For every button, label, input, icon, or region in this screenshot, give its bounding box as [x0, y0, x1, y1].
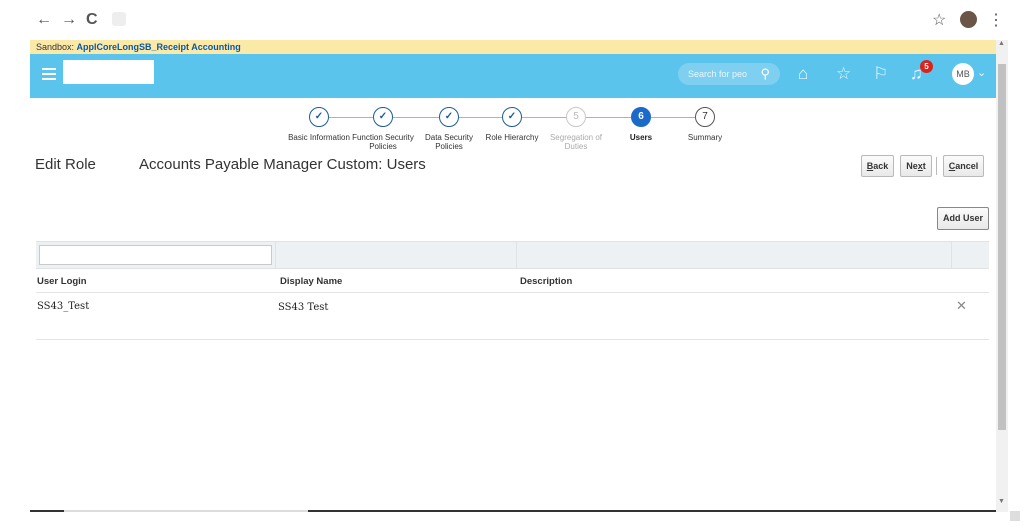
notifications-badge[interactable]: 5 [920, 60, 933, 73]
sandbox-banner: Sandbox: ApplCoreLongSB_Receipt Accounti… [30, 40, 1005, 54]
next-button[interactable]: Next [900, 155, 932, 177]
step-4-label[interactable]: Role Hierarchy [479, 133, 545, 142]
sandbox-name-link[interactable]: ApplCoreLongSB_Receipt Accounting [77, 42, 241, 52]
header-divider [36, 292, 989, 293]
step-6-label[interactable]: Users [611, 133, 671, 142]
step-1-label[interactable]: Basic Information [284, 133, 354, 142]
cell-display-name: SS43 Test [278, 302, 329, 313]
flag-icon[interactable]: ⚐ [873, 64, 888, 84]
browser-toolbar: ← → C ☆ ⋮ [0, 0, 1024, 40]
resize-corner [1010, 511, 1020, 521]
home-icon[interactable]: ⌂ [798, 64, 808, 84]
section-title: Edit Role [35, 156, 96, 173]
back-button[interactable]: Back [861, 155, 894, 177]
page-title: Accounts Payable Manager Custom: Users [139, 156, 426, 173]
search-input[interactable]: Search for peo ⚲ [678, 63, 780, 85]
train-connector [329, 117, 373, 118]
step-1-circle[interactable]: ✓ [309, 107, 329, 127]
next-label-b: t [922, 161, 926, 171]
train-connector [586, 117, 631, 118]
step-6-circle[interactable]: 6 [631, 107, 651, 127]
step-7-circle[interactable]: 7 [695, 107, 715, 127]
chevron-down-icon[interactable]: ⌄ [977, 66, 986, 79]
filter-divider [275, 241, 276, 269]
remove-user-icon[interactable]: ✕ [956, 298, 967, 314]
step-3-circle[interactable]: ✓ [439, 107, 459, 127]
cell-user-login: SS43_Test [37, 301, 90, 312]
scroll-up-arrow-icon[interactable]: ▲ [998, 40, 1005, 47]
column-header-display-name[interactable]: Display Name [280, 276, 342, 287]
scroll-down-arrow-icon[interactable]: ▼ [998, 498, 1005, 505]
back-label: ack [873, 161, 889, 171]
row-divider [36, 339, 989, 340]
search-placeholder: Search for peo [688, 69, 748, 79]
filter-divider [951, 241, 952, 269]
step-2-circle[interactable]: ✓ [373, 107, 393, 127]
bottom-divider-light [64, 510, 308, 512]
app-header: Search for peo ⚲ ⌂ ☆ ⚐ ♫ 5 MB ⌄ [30, 54, 996, 98]
next-label-a: Ne [906, 161, 918, 171]
train-connector [393, 117, 439, 118]
scrollbar-thumb[interactable] [998, 64, 1006, 430]
user-login-filter-input[interactable] [39, 245, 272, 265]
step-7-label[interactable]: Summary [675, 133, 735, 142]
step-2-label[interactable]: Function Security Policies [348, 133, 418, 151]
cancel-button[interactable]: Cancel [943, 155, 984, 177]
back-arrow-icon[interactable]: ← [36, 12, 52, 28]
user-avatar[interactable]: MB [952, 63, 974, 85]
column-header-description[interactable]: Description [520, 276, 572, 287]
logo[interactable] [63, 60, 154, 84]
column-header-user-login[interactable]: User Login [37, 276, 87, 287]
button-divider [936, 157, 937, 175]
favorites-star-icon[interactable]: ☆ [836, 64, 851, 84]
sandbox-prefix: Sandbox: [36, 42, 75, 52]
train-connector [651, 117, 695, 118]
step-3-label[interactable]: Data Security Policies [419, 133, 479, 151]
reload-icon[interactable]: C [86, 12, 98, 28]
bookmark-star-icon[interactable]: ☆ [932, 10, 946, 30]
step-5-label: Segregation of Duties [549, 133, 603, 151]
hamburger-menu-icon[interactable] [42, 68, 56, 80]
cancel-label: ancel [955, 161, 979, 171]
train-connector [522, 117, 566, 118]
browser-menu-icon[interactable]: ⋮ [988, 10, 1004, 30]
train-connector [459, 117, 502, 118]
lock-icon [112, 12, 126, 26]
search-icon[interactable]: ⚲ [760, 63, 770, 85]
step-4-circle[interactable]: ✓ [502, 107, 522, 127]
filter-divider [516, 241, 517, 269]
add-user-button[interactable]: Add User [937, 207, 989, 230]
browser-profile-avatar[interactable] [960, 11, 977, 28]
step-5-circle: 5 [566, 107, 586, 127]
forward-arrow-icon[interactable]: → [61, 12, 77, 28]
